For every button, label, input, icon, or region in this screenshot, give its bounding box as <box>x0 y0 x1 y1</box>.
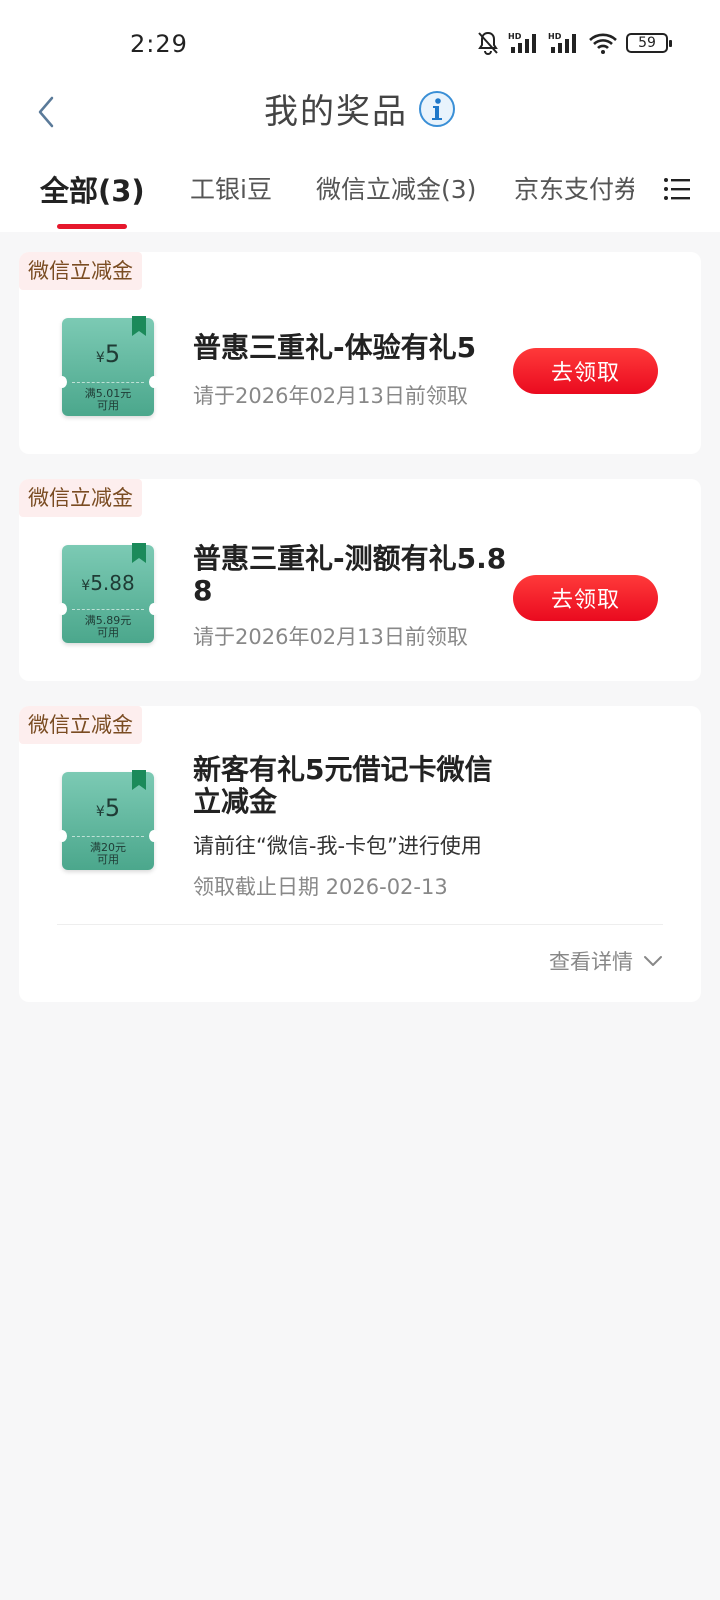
prize-title-line2: 立减金 <box>193 785 278 818</box>
coupon-image: ¥5 满5.01元 可用 <box>57 316 159 416</box>
coupon-notch-left <box>57 830 67 842</box>
coupon-condition-line2: 可用 <box>97 399 119 412</box>
coupon-condition: 满5.89元 可用 <box>62 615 154 639</box>
prize-type-tag: 微信立减金 <box>19 479 142 517</box>
coupon-image: ¥5 满20元 可用 <box>57 770 159 870</box>
coupon-amount: ¥5 <box>62 340 154 368</box>
page-header: 我的奖品 <box>0 76 720 152</box>
svg-text:HD: HD <box>508 32 522 41</box>
svg-text:HD: HD <box>548 32 562 41</box>
claim-button[interactable]: 去领取 <box>513 348 658 394</box>
info-icon[interactable] <box>418 90 456 128</box>
coupon-currency: ¥ <box>81 578 91 594</box>
coupon-separator <box>72 836 144 837</box>
prize-type-tag: 微信立减金 <box>19 252 142 290</box>
battery-level: 59 <box>638 35 656 51</box>
prize-title-line1: 普惠三重礼-测额有礼5.8 <box>193 542 507 575</box>
battery-icon: 59 <box>626 33 672 53</box>
chevron-down-icon <box>644 956 662 966</box>
prize-title: 普惠三重礼-测额有礼5.8 8 <box>193 543 506 607</box>
tab-active-indicator <box>57 224 127 229</box>
tab-icbc-beans[interactable]: 工银i豆 <box>190 170 272 206</box>
bookmark-icon <box>132 543 146 563</box>
list-menu-icon[interactable] <box>662 174 692 204</box>
bookmark-icon <box>132 316 146 336</box>
prize-deadline: 请于2026年02月13日前领取 <box>193 384 468 408</box>
coupon-notch-right <box>149 603 159 615</box>
coupon-notch-right <box>149 376 159 388</box>
coupon-condition-line2: 可用 <box>97 853 119 866</box>
card-divider <box>57 924 663 925</box>
coupon-notch-left <box>57 603 67 615</box>
tab-all[interactable]: 全部(3) <box>40 168 145 210</box>
tab-jd-pay-label: 京东支付券 <box>514 175 634 204</box>
coupon-image: ¥5.88 满5.89元 可用 <box>57 543 159 643</box>
coupon-condition: 满5.01元 可用 <box>62 388 154 412</box>
prize-card: 微信立减金 ¥5.88 满5.89元 可用 普惠三重礼-测额有礼5.8 8 请于2… <box>19 479 701 681</box>
bookmark-icon <box>132 770 146 790</box>
coupon-amount: ¥5.88 <box>62 571 154 595</box>
signal-1-icon: HD <box>508 32 536 53</box>
mute-bell-icon <box>478 31 498 55</box>
signal-2-icon: HD <box>548 32 576 53</box>
coupon-value: 5 <box>104 340 121 368</box>
prize-title: 新客有礼5元借记卡微信 立减金 <box>193 754 492 818</box>
tab-jd-pay[interactable]: 京东支付券 <box>514 170 634 206</box>
view-details-label: 查看详情 <box>549 950 633 974</box>
tab-wechat-discount[interactable]: 微信立减金(3) <box>316 170 476 206</box>
prize-title: 普惠三重礼-体验有礼5 <box>193 331 477 364</box>
prize-title-line2: 8 <box>193 574 213 607</box>
coupon-notch-right <box>149 830 159 842</box>
prize-deadline: 领取截止日期 2026-02-13 <box>193 875 448 899</box>
coupon-separator <box>72 609 144 610</box>
tab-bar: 全部(3) 工银i豆 微信立减金(3) 京东支付券 <box>0 152 720 232</box>
wifi-icon <box>589 33 617 54</box>
prize-title-line1: 新客有礼5元借记卡微信 <box>193 753 493 786</box>
title-wrap: 我的奖品 <box>0 84 720 133</box>
prize-type-tag: 微信立减金 <box>19 706 142 744</box>
page-title: 我的奖品 <box>264 92 408 132</box>
claim-button[interactable]: 去领取 <box>513 575 658 621</box>
coupon-value: 5 <box>104 794 121 822</box>
coupon-notch-left <box>57 376 67 388</box>
coupon-currency: ¥ <box>95 350 105 366</box>
coupon-condition: 满20元 可用 <box>62 842 154 866</box>
coupon-condition-line2: 可用 <box>97 626 119 639</box>
prize-deadline: 请于2026年02月13日前领取 <box>193 625 468 649</box>
coupon-separator <box>72 382 144 383</box>
coupon-currency: ¥ <box>95 804 105 820</box>
coupon-value: 5.88 <box>90 571 135 595</box>
status-icons: HD HD 59 <box>476 30 672 56</box>
coupon-amount: ¥5 <box>62 794 154 822</box>
prize-card: 微信立减金 ¥5 满5.01元 可用 普惠三重礼-体验有礼5 请于2026年02月… <box>19 252 701 454</box>
prize-card: 微信立减金 ¥5 满20元 可用 新客有礼5元借记卡微信 立减金 请前往“微信-我… <box>19 706 701 1002</box>
prize-instruction: 请前往“微信-我-卡包”进行使用 <box>193 834 482 858</box>
view-details-button[interactable]: 查看详情 <box>549 946 663 976</box>
status-time: 2:29 <box>130 30 188 58</box>
